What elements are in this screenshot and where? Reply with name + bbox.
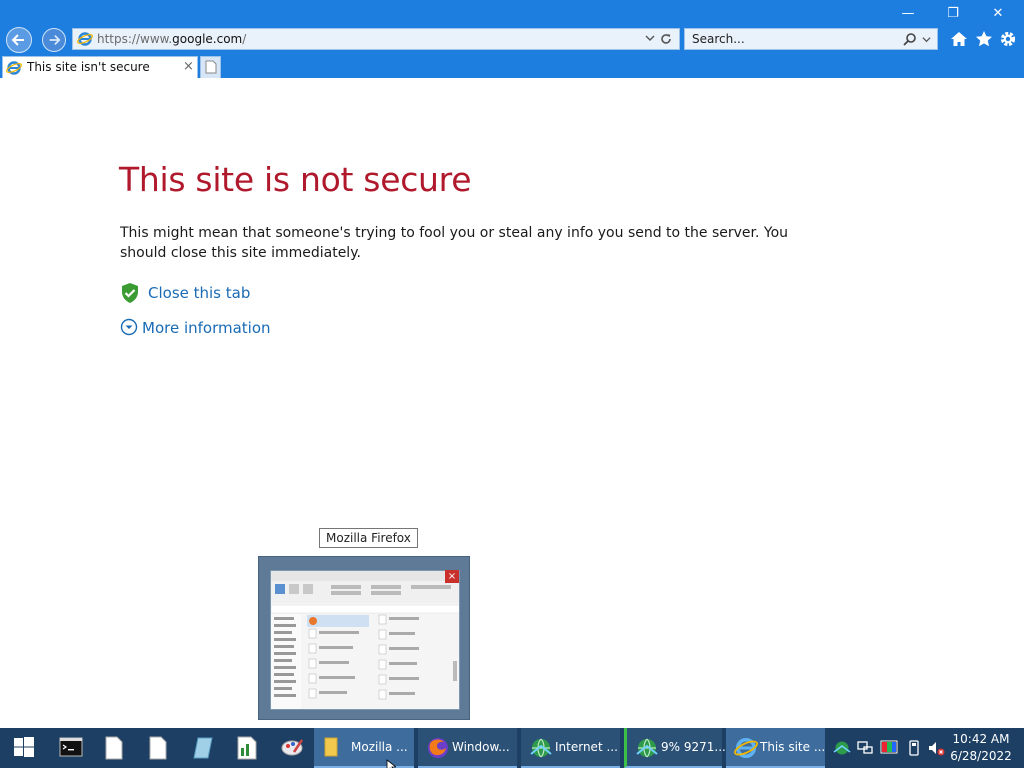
refresh-icon[interactable] xyxy=(659,32,673,46)
minimize-button[interactable]: — xyxy=(888,4,928,24)
preview-close-button[interactable]: × xyxy=(445,570,459,583)
chevron-down-icon[interactable] xyxy=(645,33,655,43)
forward-arrow-icon xyxy=(49,35,61,45)
clock-date: 6/28/2022 xyxy=(950,749,1012,763)
internet-explorer-icon xyxy=(6,61,22,75)
search-box[interactable]: Search... xyxy=(684,28,938,50)
taskbar-tooltip: Mozilla Firefox xyxy=(319,528,418,548)
network-globe-icon xyxy=(530,738,552,758)
preview-window xyxy=(270,570,460,710)
back-button[interactable] xyxy=(6,27,32,53)
search-icon[interactable] xyxy=(903,32,917,46)
close-tab-label[interactable]: Close this tab xyxy=(148,284,250,302)
taskbar-button-label: Mozilla ... xyxy=(351,740,408,754)
notebook-taskbar-button[interactable] xyxy=(181,728,225,768)
system-clock[interactable]: 10:42 AM 6/28/2022 xyxy=(944,731,1018,765)
mouse-cursor-icon xyxy=(386,759,396,768)
back-arrow-icon xyxy=(11,34,24,46)
document-taskbar-button[interactable] xyxy=(93,728,137,768)
tab-title: This site isn't secure xyxy=(27,60,150,74)
taskbar-button-this-site[interactable]: This site ... xyxy=(726,728,825,768)
paint-taskbar-button[interactable] xyxy=(269,728,313,768)
taskbar-button-label: 9% 9271... xyxy=(661,740,726,754)
gear-icon[interactable] xyxy=(998,29,1018,49)
network-globe-icon[interactable] xyxy=(833,739,851,757)
page-title: This site is not secure xyxy=(119,160,472,199)
search-placeholder: Search... xyxy=(692,32,745,46)
color-display-icon[interactable] xyxy=(880,739,898,757)
url-suffix: / xyxy=(242,32,247,46)
folder-icon xyxy=(324,737,338,757)
paint-icon xyxy=(281,739,304,756)
taskbar-button-label: Internet ... xyxy=(555,740,618,754)
url-prefix: https://www. xyxy=(97,32,173,46)
close-window-button[interactable]: ✕ xyxy=(978,4,1018,24)
firefox-icon xyxy=(428,738,448,758)
spreadsheet-taskbar-button[interactable] xyxy=(225,728,269,768)
usb-device-icon[interactable] xyxy=(905,739,923,757)
home-icon[interactable] xyxy=(949,29,969,49)
document-icon xyxy=(149,736,167,760)
spreadsheet-icon xyxy=(237,736,257,760)
document-taskbar-button-2[interactable] xyxy=(137,728,181,768)
windows-logo-icon xyxy=(14,737,34,757)
network-globe-icon xyxy=(636,738,658,758)
shield-check-icon xyxy=(122,283,138,303)
network-icon[interactable] xyxy=(856,739,874,757)
new-tab-icon xyxy=(205,60,217,74)
warning-paragraph: This might mean that someone's trying to… xyxy=(120,225,789,261)
internet-explorer-icon xyxy=(77,32,93,46)
clock-time: 10:42 AM xyxy=(952,732,1010,746)
taskbar-button-download[interactable]: 9% 9271... xyxy=(624,728,726,768)
address-url: https://www.google.com/ xyxy=(97,32,246,46)
taskbar-button-label: This site ... xyxy=(760,740,826,754)
chevron-down-icon[interactable] xyxy=(922,35,931,44)
more-information-link[interactable]: More information xyxy=(120,318,271,340)
more-information-label[interactable]: More information xyxy=(142,319,271,337)
file-explorer-preview xyxy=(271,571,459,709)
taskbar-button-internet[interactable]: Internet ... xyxy=(521,728,620,768)
browser-tab[interactable]: This site isn't secure × xyxy=(2,56,198,78)
internet-explorer-icon xyxy=(734,737,758,759)
document-icon xyxy=(105,736,123,760)
close-tab-link[interactable]: Close this tab xyxy=(120,282,250,308)
window-preview-thumbnail[interactable]: × xyxy=(258,556,470,720)
tab-close-button[interactable]: × xyxy=(183,59,194,74)
terminal-taskbar-button[interactable] xyxy=(48,728,92,768)
taskbar-button-label: Window... xyxy=(452,740,510,754)
url-domain: google.com xyxy=(172,32,243,46)
expand-circle-icon xyxy=(120,318,138,336)
start-button[interactable] xyxy=(2,728,46,768)
new-tab-button[interactable] xyxy=(200,56,221,78)
browser-chrome: — ❐ ✕ https://www.google.com/ Search... … xyxy=(0,0,1024,78)
terminal-icon xyxy=(59,737,83,757)
taskbar-button-mozilla[interactable]: Mozilla ... xyxy=(314,728,414,768)
address-bar[interactable]: https://www.google.com/ xyxy=(72,28,680,50)
taskbar-button-window[interactable]: Window... xyxy=(418,728,517,768)
forward-button[interactable] xyxy=(42,28,66,52)
volume-muted-icon[interactable] xyxy=(927,739,945,757)
notebook-icon xyxy=(193,737,213,759)
restore-button[interactable]: ❐ xyxy=(933,4,973,24)
favorites-star-icon[interactable] xyxy=(974,29,994,49)
